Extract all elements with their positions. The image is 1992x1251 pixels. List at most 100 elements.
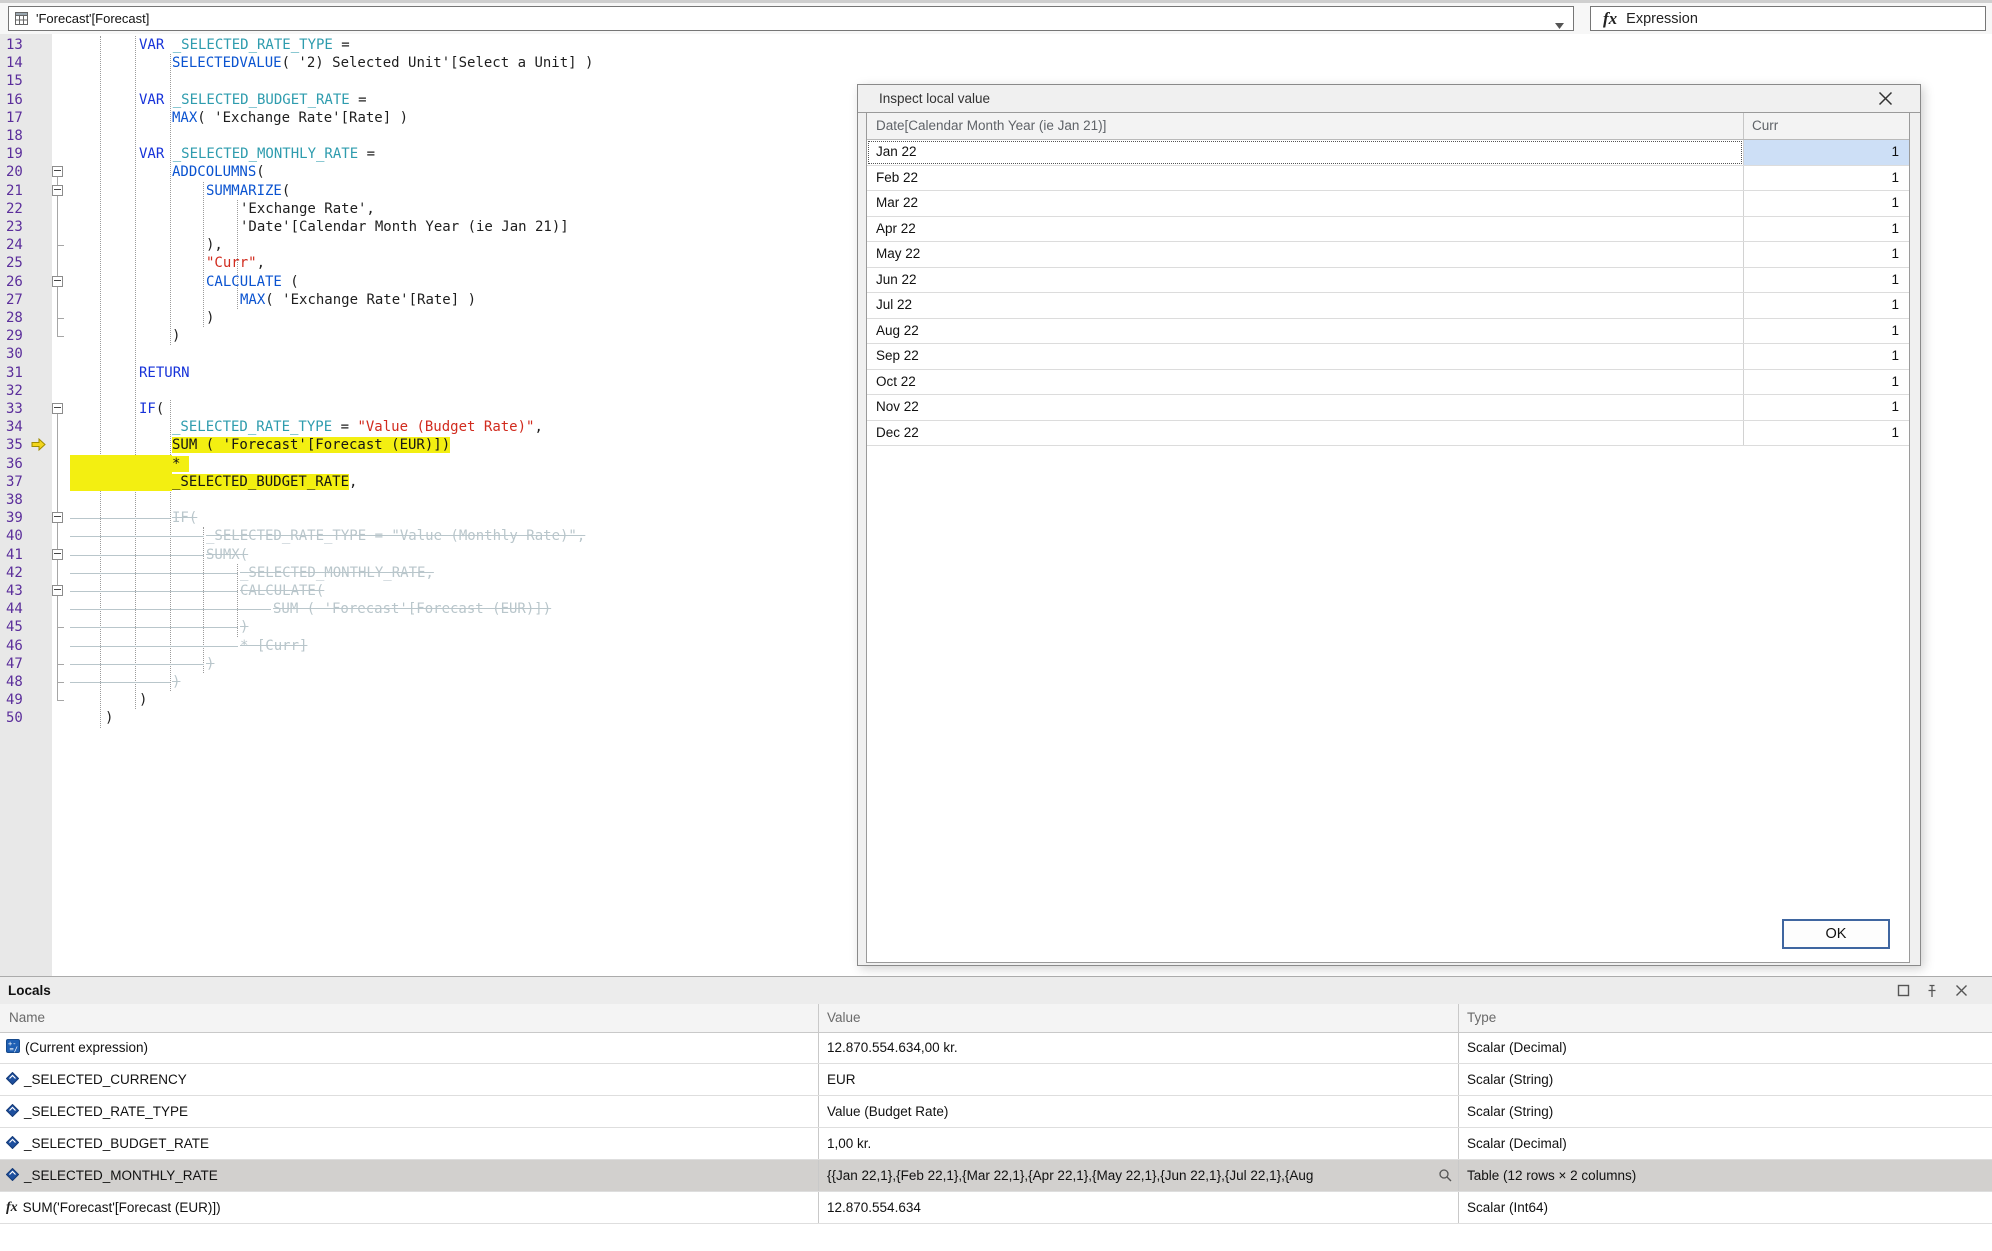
local-value-cell[interactable]: {{Jan 22,1},{Feb 22,1},{Mar 22,1},{Apr 2… [818, 1160, 1458, 1191]
table-row[interactable]: Jun 221 [867, 268, 1909, 294]
locals-row[interactable]: _SELECTED_MONTHLY_RATE {{Jan 22,1},{Feb 2… [0, 1160, 1992, 1192]
line-number: 20 [6, 163, 46, 181]
locals-row[interactable]: +-=/(Current expression)12.870.554.634,0… [0, 1032, 1992, 1064]
local-name-cell[interactable]: +-=/(Current expression) [0, 1032, 818, 1063]
line-number: 42 [6, 564, 46, 582]
table-row[interactable]: Oct 221 [867, 370, 1909, 396]
dax-debugger-window: 'Forecast'[Forecast] fx Expression 13141… [0, 0, 1992, 1251]
month-cell[interactable]: Sep 22 [867, 344, 1743, 369]
curr-value-cell[interactable]: 1 [1743, 217, 1909, 242]
fold-collapse-icon[interactable] [52, 549, 63, 560]
fold-region-end [57, 664, 64, 665]
curr-value-cell[interactable]: 1 [1743, 242, 1909, 267]
curr-value-cell[interactable]: 1 [1743, 293, 1909, 318]
column-header-type: Type [1467, 1004, 1496, 1032]
table-row[interactable]: Aug 221 [867, 319, 1909, 345]
local-name-cell[interactable]: fx SUM('Forecast'[Forecast (EUR)]) [0, 1192, 818, 1223]
month-cell[interactable]: Mar 22 [867, 191, 1743, 216]
curr-value-cell[interactable]: 1 [1743, 166, 1909, 191]
line-number: 38 [6, 491, 46, 509]
locals-row[interactable]: fx SUM('Forecast'[Forecast (EUR)]) 12.870.… [0, 1192, 1992, 1224]
maximize-icon[interactable] [1897, 984, 1911, 998]
table-header-row: Date[Calendar Month Year (ie Jan 21)] Cu… [867, 113, 1909, 140]
expression-icon: +-=/ [6, 1039, 20, 1056]
local-name: _SELECTED_MONTHLY_RATE [24, 1168, 218, 1183]
curr-value-cell[interactable]: 1 [1743, 344, 1909, 369]
local-value-cell[interactable]: 12.870.554.634 [818, 1192, 1458, 1223]
line-number-gutter: 1314151617181920212223242526272829303132… [0, 34, 52, 976]
fold-region-end [57, 682, 64, 683]
curr-value-cell[interactable]: 1 [1743, 268, 1909, 293]
fold-collapse-icon[interactable] [52, 512, 63, 523]
local-name-cell[interactable]: _SELECTED_RATE_TYPE [0, 1096, 818, 1127]
month-cell[interactable]: Jan 22 [867, 140, 1743, 165]
month-cell[interactable]: Nov 22 [867, 395, 1743, 420]
local-value-cell[interactable]: 12.870.554.634,00 kr. [818, 1032, 1458, 1063]
close-icon[interactable] [1878, 91, 1894, 107]
locals-row[interactable]: _SELECTED_RATE_TYPEValue (Budget Rate)Sc… [0, 1096, 1992, 1128]
line-number: 31 [6, 364, 46, 382]
month-cell[interactable]: Apr 22 [867, 217, 1743, 242]
line-number: 40 [6, 527, 46, 545]
expression-selector-combobox[interactable]: 'Forecast'[Forecast] [8, 6, 1574, 31]
month-cell[interactable]: Jun 22 [867, 268, 1743, 293]
curr-value-cell[interactable]: 1 [1743, 191, 1909, 216]
line-number: 27 [6, 291, 46, 309]
local-value-cell[interactable]: 1,00 kr. [818, 1128, 1458, 1159]
svg-text:=/: =/ [10, 1046, 18, 1054]
variable-icon [6, 1072, 19, 1088]
line-number: 43 [6, 582, 46, 600]
chevron-down-icon[interactable] [1555, 16, 1564, 34]
curr-value-cell[interactable]: 1 [1743, 140, 1909, 165]
local-name-cell[interactable]: _SELECTED_CURRENCY [0, 1064, 818, 1095]
line-number: 34 [6, 418, 46, 436]
local-value-cell[interactable]: EUR [818, 1064, 1458, 1095]
fold-region-end [57, 336, 64, 337]
month-cell[interactable]: Feb 22 [867, 166, 1743, 191]
fold-region-end [57, 700, 64, 701]
line-number: 25 [6, 254, 46, 272]
fold-collapse-icon[interactable] [52, 585, 63, 596]
table-row[interactable]: Mar 221 [867, 191, 1909, 217]
month-cell[interactable]: Jul 22 [867, 293, 1743, 318]
inspect-local-value-dialog: Inspect local value Date[Calendar Month … [857, 84, 1921, 966]
fold-collapse-icon[interactable] [52, 276, 63, 287]
line-number: 33 [6, 400, 46, 418]
month-cell[interactable]: Aug 22 [867, 319, 1743, 344]
magnifier-icon[interactable] [1438, 1168, 1452, 1185]
local-name-cell[interactable]: _SELECTED_BUDGET_RATE [0, 1128, 818, 1159]
fx-icon: fx [6, 1199, 18, 1216]
fold-region-line [57, 596, 58, 627]
local-name-cell[interactable]: _SELECTED_MONTHLY_RATE [0, 1160, 818, 1191]
pin-icon[interactable] [1926, 984, 1940, 998]
fold-collapse-icon[interactable] [52, 166, 63, 177]
line-number: 47 [6, 655, 46, 673]
curr-value-cell[interactable]: 1 [1743, 395, 1909, 420]
fold-collapse-icon[interactable] [52, 403, 63, 414]
table-row[interactable]: Nov 221 [867, 395, 1909, 421]
month-cell[interactable]: Dec 22 [867, 421, 1743, 446]
fold-collapse-icon[interactable] [52, 185, 63, 196]
dialog-title: Inspect local value [879, 85, 990, 112]
local-value-cell[interactable]: Value (Budget Rate) [818, 1096, 1458, 1127]
curr-value-cell[interactable]: 1 [1743, 421, 1909, 446]
ok-button[interactable]: OK [1782, 919, 1890, 949]
table-row[interactable]: Jul 221 [867, 293, 1909, 319]
curr-value-cell[interactable]: 1 [1743, 370, 1909, 395]
locals-row[interactable]: _SELECTED_CURRENCYEURScalar (String) [0, 1064, 1992, 1096]
month-cell[interactable]: Oct 22 [867, 370, 1743, 395]
month-cell[interactable]: May 22 [867, 242, 1743, 267]
table-row[interactable]: Sep 221 [867, 344, 1909, 370]
close-icon[interactable] [1955, 984, 1969, 998]
column-header-value: Value [827, 1004, 861, 1032]
table-row[interactable]: Dec 221 [867, 421, 1909, 447]
table-row[interactable]: May 221 [867, 242, 1909, 268]
curr-value-cell[interactable]: 1 [1743, 319, 1909, 344]
table-row[interactable]: Apr 221 [867, 217, 1909, 243]
local-name: SUM('Forecast'[Forecast (EUR)]) [23, 1200, 221, 1215]
table-row[interactable]: Feb 221 [867, 166, 1909, 192]
table-row[interactable]: Jan 221 [867, 140, 1909, 166]
locals-row[interactable]: _SELECTED_BUDGET_RATE1,00 kr.Scalar (Dec… [0, 1128, 1992, 1160]
line-number: 18 [6, 127, 46, 145]
local-type-cell: Table (12 rows × 2 columns) [1458, 1160, 1992, 1191]
